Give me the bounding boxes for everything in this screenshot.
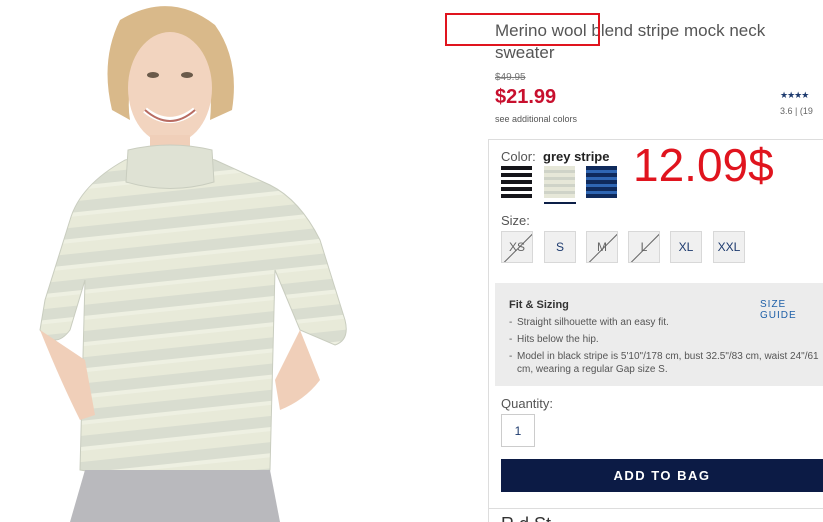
size-s-button[interactable]: S [544,231,576,263]
selected-swatch-indicator [544,202,576,204]
original-price: $49.95 [495,72,526,83]
fit-sizing-title: Fit & Sizing [509,299,569,311]
below-fold-heading: R d St [501,514,551,522]
color-label: Color: [501,149,536,164]
rating-summary[interactable]: 3.6 | (19 [780,106,813,116]
model-illustration [39,6,347,522]
size-l-button[interactable]: L [628,231,660,263]
add-to-bag-button[interactable]: ADD TO BAG [501,459,823,492]
quantity-label: Quantity: [501,396,554,411]
section-divider [488,508,823,509]
rating-stars-icon[interactable]: ★★★★ [780,90,809,101]
size-label: Size: [501,213,530,228]
size-xxl-button[interactable]: XXL [713,231,745,263]
sale-price: $21.99 [495,86,557,108]
price-annotation: 12.09$ [633,139,774,191]
fit-detail-item: Straight silhouette with an easy fit. [509,316,819,329]
see-additional-colors-link[interactable]: see additional colors [495,114,577,124]
selected-color: grey stripe [543,149,610,164]
size-xs-button[interactable]: XS [501,231,533,263]
swatch-black-stripe[interactable] [501,166,532,198]
size-xl-button[interactable]: XL [670,231,702,263]
size-m-button[interactable]: M [586,231,618,263]
quantity-input[interactable]: 1 [501,414,535,447]
highlight-annotation [445,13,600,46]
swatch-navy-stripe[interactable] [586,166,617,198]
swatch-grey-stripe[interactable] [544,166,575,198]
product-photo[interactable] [0,0,440,522]
fit-details-list: Straight silhouette with an easy fit. Hi… [509,316,819,380]
product-page: Merino wool blend stripe mock neck sweat… [0,0,823,522]
fit-detail-item: Model in black stripe is 5'10"/178 cm, b… [509,350,819,376]
fit-detail-item: Hits below the hip. [509,333,819,346]
